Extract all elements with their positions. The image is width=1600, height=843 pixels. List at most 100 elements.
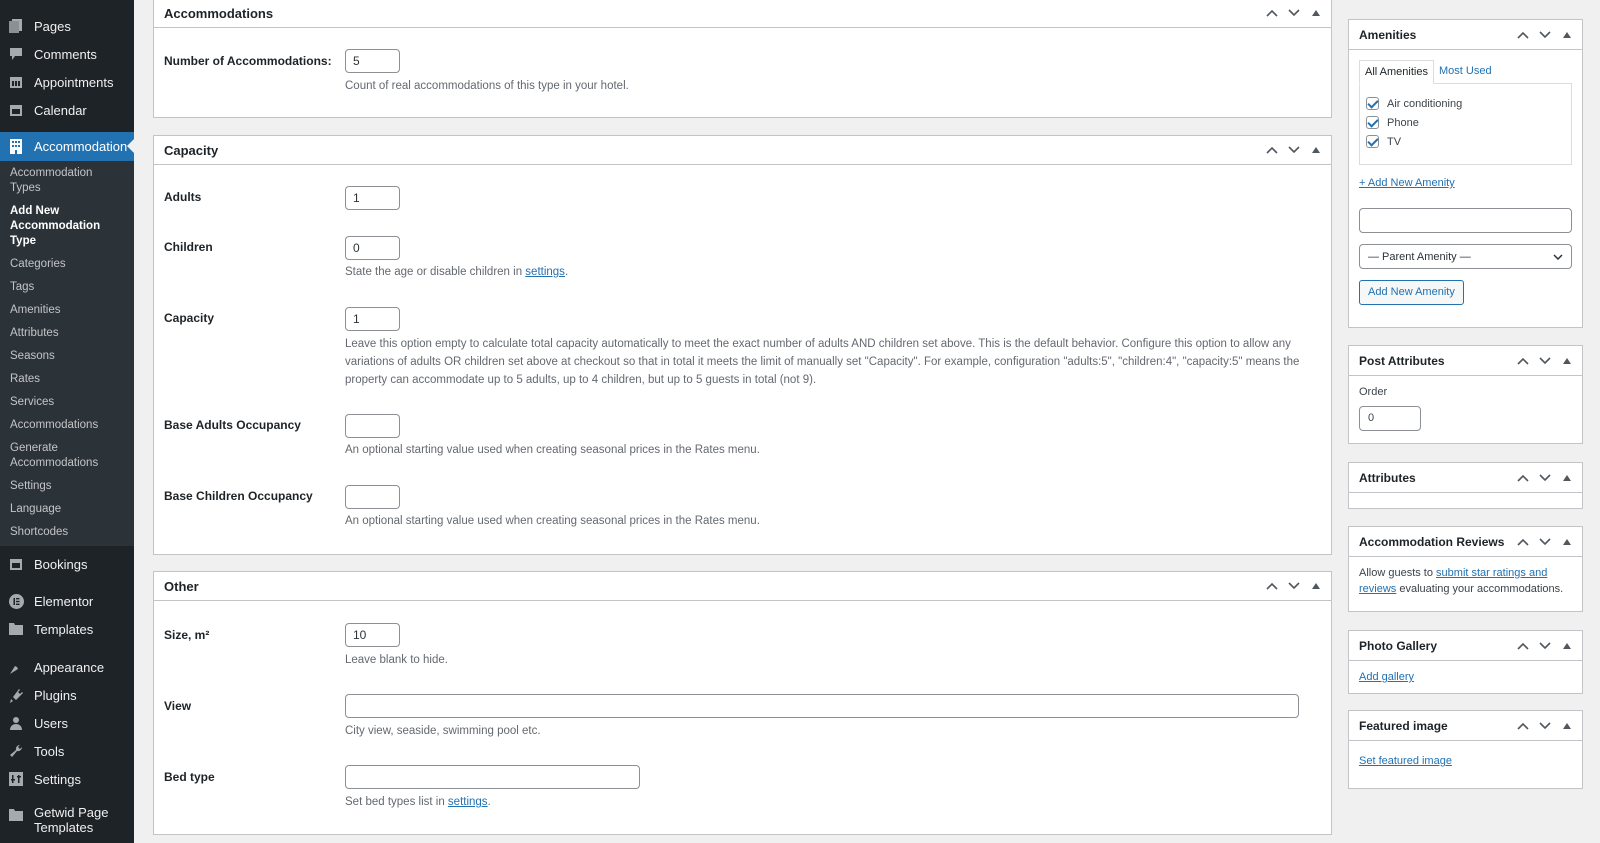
submenu-amenities[interactable]: Amenities: [0, 303, 134, 318]
new-amenity-input[interactable]: [1359, 208, 1572, 233]
adults-label: Adults: [164, 190, 202, 204]
chevron-up-icon[interactable]: [1516, 354, 1530, 368]
submenu-rates[interactable]: Rates: [0, 372, 134, 387]
chevron-down-icon[interactable]: [1287, 6, 1301, 20]
folder-icon: [8, 621, 24, 637]
metabox-title: Capacity: [164, 142, 219, 158]
collapse-toggle-icon[interactable]: [1560, 639, 1574, 653]
collapse-toggle-icon[interactable]: [1560, 535, 1574, 549]
submenu-accommodation-types[interactable]: Accommodation Types: [0, 166, 134, 196]
plugin-icon: [8, 687, 24, 703]
size-input[interactable]: 10: [345, 623, 400, 647]
menu-item-appearance[interactable]: Appearance: [0, 653, 134, 681]
submenu-generate-accommodations[interactable]: Generate Accommodations: [0, 441, 134, 471]
base-adults-occupancy-input[interactable]: [345, 414, 400, 438]
submenu-services[interactable]: Services: [0, 395, 134, 410]
menu-item-templates[interactable]: Templates: [0, 615, 134, 643]
set-featured-image-link[interactable]: Set featured image: [1359, 755, 1452, 767]
chevron-up-icon[interactable]: [1265, 143, 1279, 157]
submenu-categories[interactable]: Categories: [0, 257, 134, 272]
amenity-item[interactable]: TV: [1366, 132, 1565, 151]
menu-item-label: Templates: [34, 621, 94, 637]
checkbox-checked[interactable]: [1366, 97, 1379, 110]
metabox-header: Amenities: [1349, 20, 1582, 50]
collapse-toggle-icon[interactable]: [1309, 6, 1323, 20]
tab-all-amenities[interactable]: All Amenities: [1359, 60, 1434, 84]
chevron-down-icon[interactable]: [1287, 143, 1301, 157]
children-label: Children: [164, 240, 213, 254]
menu-item-elementor[interactable]: Elementor: [0, 587, 134, 615]
collapse-toggle-icon[interactable]: [1309, 143, 1323, 157]
chevron-up-icon[interactable]: [1265, 6, 1279, 20]
bed-type-input[interactable]: [345, 765, 640, 789]
number-of-accommodations-input[interactable]: 5: [345, 49, 400, 73]
chevron-up-icon[interactable]: [1265, 579, 1279, 593]
menu-item-pages[interactable]: Pages: [0, 12, 134, 40]
adults-input[interactable]: 1: [345, 186, 400, 210]
metabox-header: Capacity: [154, 136, 1331, 165]
submenu-settings[interactable]: Settings: [0, 479, 134, 494]
tab-most-used[interactable]: Most Used: [1434, 60, 1497, 83]
amenity-label: TV: [1387, 135, 1402, 148]
capacity-input[interactable]: 1: [345, 307, 400, 331]
folder-icon: [8, 807, 24, 823]
chevron-up-icon[interactable]: [1516, 28, 1530, 42]
chevron-down-icon[interactable]: [1538, 354, 1552, 368]
submenu-tags[interactable]: Tags: [0, 280, 134, 295]
menu-item-comments[interactable]: Comments: [0, 40, 134, 68]
add-gallery-link[interactable]: Add gallery: [1359, 671, 1414, 683]
chevron-up-icon[interactable]: [1516, 535, 1530, 549]
submenu-accommodations[interactable]: Accommodations: [0, 418, 134, 433]
desc-text: Allow guests to: [1359, 567, 1437, 579]
base-children-occupancy-input[interactable]: [345, 485, 400, 509]
menu-item-accommodation[interactable]: Accommodation: [0, 132, 134, 161]
bed-type-settings-link[interactable]: settings: [448, 796, 488, 808]
amenity-item[interactable]: Phone: [1366, 113, 1565, 132]
submenu-add-new-accommodation-type[interactable]: Add New Accommodation Type: [0, 204, 134, 249]
parent-amenity-select[interactable]: — Parent Amenity —: [1359, 244, 1572, 269]
chevron-up-icon[interactable]: [1516, 471, 1530, 485]
menu-item-settings[interactable]: Settings: [0, 765, 134, 793]
desc-text: Set bed types list in: [345, 796, 448, 808]
children-settings-link[interactable]: settings: [525, 266, 565, 278]
amenity-label: Phone: [1387, 116, 1419, 129]
collapse-toggle-icon[interactable]: [1560, 354, 1574, 368]
chevron-up-icon[interactable]: [1516, 639, 1530, 653]
wrench-icon: [8, 743, 24, 759]
menu-item-label: Tools: [34, 743, 65, 759]
menu-item-appointments[interactable]: Appointments: [0, 68, 134, 96]
chevron-down-icon[interactable]: [1538, 719, 1552, 733]
collapse-toggle-icon[interactable]: [1560, 719, 1574, 733]
view-description: City view, seaside, swimming pool etc.: [345, 725, 541, 737]
chevron-down-icon[interactable]: [1538, 535, 1552, 549]
menu-item-users[interactable]: Users: [0, 709, 134, 737]
chevron-down-icon[interactable]: [1287, 579, 1301, 593]
submenu-language[interactable]: Language: [0, 502, 134, 517]
chevron-down-icon[interactable]: [1538, 639, 1552, 653]
menu-item-tools[interactable]: Tools: [0, 737, 134, 765]
admin-sidebar: Pages Comments Appointments Calendar Acc…: [0, 0, 134, 843]
order-input[interactable]: 0: [1359, 406, 1421, 431]
collapse-toggle-icon[interactable]: [1560, 28, 1574, 42]
chevron-down-icon[interactable]: [1538, 28, 1552, 42]
checkbox-checked[interactable]: [1366, 135, 1379, 148]
menu-item-plugins[interactable]: Plugins: [0, 681, 134, 709]
submenu-shortcodes[interactable]: Shortcodes: [0, 525, 134, 540]
chevron-up-icon[interactable]: [1516, 719, 1530, 733]
chevron-down-icon[interactable]: [1538, 471, 1552, 485]
submenu-seasons[interactable]: Seasons: [0, 349, 134, 364]
collapse-toggle-icon[interactable]: [1560, 471, 1574, 485]
desc-text: State the age or disable children in: [345, 266, 526, 278]
menu-item-getwid-page-templates[interactable]: Getwid Page Templates: [0, 803, 134, 839]
collapse-toggle-icon[interactable]: [1309, 579, 1323, 593]
menu-item-bookings[interactable]: Bookings: [0, 550, 134, 578]
add-new-amenity-button[interactable]: Add New Amenity: [1359, 280, 1464, 305]
view-input[interactable]: [345, 694, 1299, 718]
menu-item-calendar[interactable]: Calendar: [0, 96, 134, 124]
amenity-item[interactable]: Air conditioning: [1366, 94, 1565, 113]
submenu-attributes[interactable]: Attributes: [0, 326, 134, 341]
add-new-amenity-link[interactable]: + Add New Amenity: [1359, 177, 1455, 189]
checkbox-checked[interactable]: [1366, 116, 1379, 129]
children-input[interactable]: 0: [345, 236, 400, 260]
menu-item-label: Users: [34, 715, 68, 731]
